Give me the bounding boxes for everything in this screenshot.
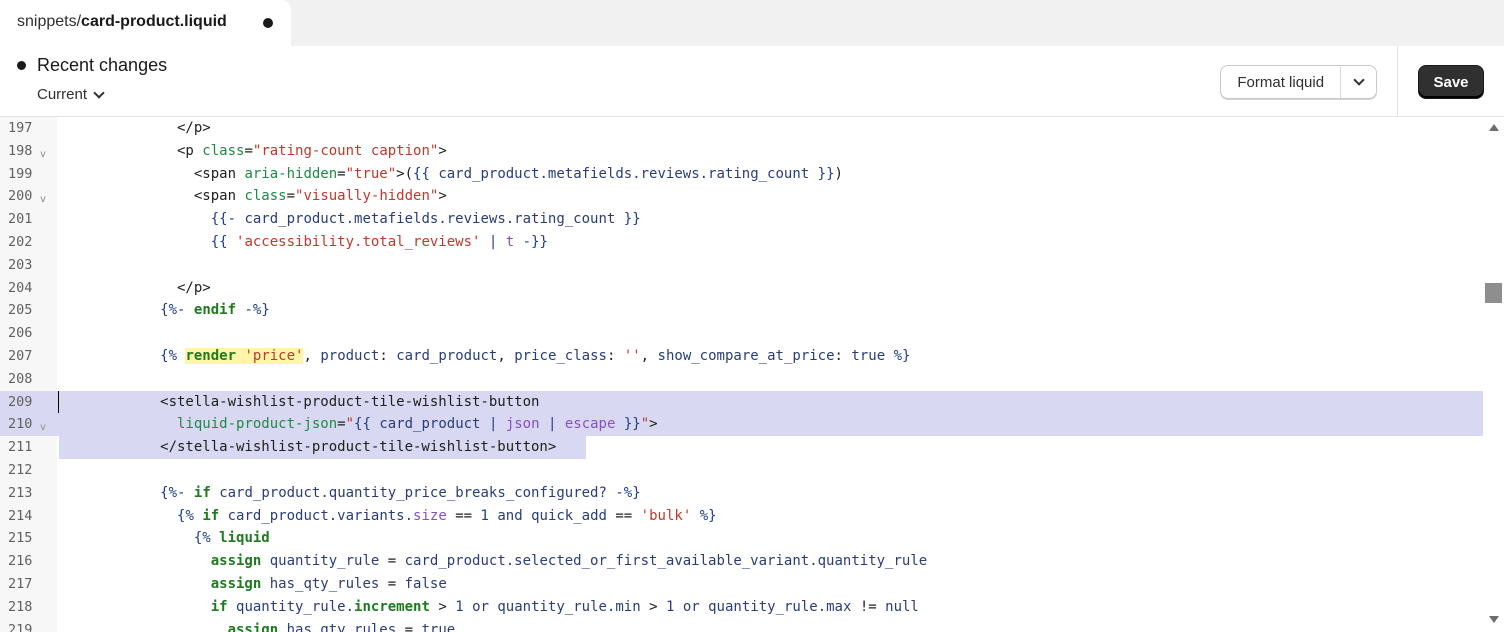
code-text: {% liquid [193, 530, 270, 547]
code-line[interactable]: 208 [0, 368, 1483, 391]
code-line[interactable]: 205 {%- endif -%} [0, 299, 1483, 322]
tab-title: snippets/card-product.liquid [17, 13, 227, 30]
line-number: 198 [8, 142, 33, 159]
tab-bar: snippets/card-product.liquid [0, 0, 1504, 46]
format-options-button[interactable] [1341, 66, 1376, 98]
recent-changes-title: Recent changes [37, 55, 168, 75]
code-text: assign has_qty_rules = true [227, 621, 456, 632]
code-line[interactable]: 203 [0, 254, 1483, 277]
text-cursor [58, 390, 59, 414]
version-select-label: Current [37, 86, 88, 103]
code-text: {{ 'accessibility.total_reviews' | t -}} [210, 234, 548, 250]
code-text: assign quantity_rule = card_product.sele… [210, 553, 928, 570]
code-line[interactable]: 201 {{- card_product.metafields.reviews.… [0, 208, 1483, 231]
code-line[interactable]: 211 </stella-wishlist-product-tile-wishl… [0, 436, 1483, 459]
code-text: if quantity_rule.increment > 1 or quanti… [210, 598, 919, 615]
code-line[interactable]: 207 {% render 'price', product: card_pro… [0, 345, 1483, 368]
code-text: </p> [59, 120, 211, 136]
code-text: <span class="visually-hidden"> [59, 188, 447, 205]
code-line[interactable]: 215 {% liquid [0, 527, 1483, 550]
format-liquid-button[interactable]: Format liquid [1221, 66, 1342, 98]
code-line[interactable]: 210 v liquid-product-json="{{ card_produc… [0, 413, 1483, 437]
line-number: 219 [8, 621, 33, 632]
format-button-group: Format liquid [1220, 65, 1377, 99]
line-number: 208 [8, 370, 33, 387]
scroll-down-icon[interactable] [1489, 616, 1499, 623]
editor-header: Recent changes Current Format liquid Sav… [0, 46, 1504, 117]
line-number: 202 [8, 234, 33, 250]
code-text: <stella-wishlist-product-tile-wishlist-b… [59, 393, 540, 410]
line-number: 218 [8, 598, 33, 615]
line-number: 214 [8, 507, 33, 524]
line-number: 204 [8, 279, 33, 296]
line-number: 213 [8, 484, 33, 501]
header-divider [1397, 46, 1398, 117]
code-text: assign has_qty_rules = false [210, 576, 447, 592]
line-number: 209 [8, 393, 33, 410]
line-number: 211 [8, 439, 33, 456]
code-editor[interactable]: 197 </p> 198 v <p class="rating-count capt… [0, 117, 1504, 632]
code-text: liquid-product-json="{{ card_product | j… [177, 416, 658, 433]
code-line[interactable]: 218 if quantity_rule.increment > 1 or qu… [0, 596, 1483, 619]
code-line[interactable]: 217 assign has_qty_rules = false [0, 573, 1483, 596]
line-number: 217 [8, 576, 33, 592]
line-number: 215 [8, 530, 33, 547]
vertical-scrollbar[interactable] [1483, 117, 1504, 632]
chevron-down-icon [1353, 74, 1365, 86]
code-line[interactable]: 204 </p> [0, 277, 1483, 300]
code-line[interactable]: 212 [0, 459, 1483, 482]
code-text: {{- card_product.metafields.reviews.rati… [210, 211, 641, 228]
code-line[interactable]: 209 <stella-wishlist-product-tile-wishli… [0, 390, 1483, 414]
code-line[interactable]: 200 v <span class="visually-hidden"> [0, 185, 1483, 208]
line-number: 212 [8, 462, 33, 478]
line-number: 200 [8, 188, 33, 205]
line-number: 205 [8, 302, 33, 319]
code-line[interactable]: 202 {{ 'accessibility.total_reviews' | t… [0, 231, 1483, 254]
code-line[interactable]: 198 v <p class="rating-count caption"> [0, 140, 1483, 163]
code-line[interactable]: 199 <span aria-hidden="true">({{ card_pr… [0, 163, 1483, 186]
version-select[interactable]: Current [37, 86, 105, 103]
code-text: <span aria-hidden="true">({{ card_produc… [59, 165, 843, 182]
code-text: {% render 'price', product: card_product… [160, 348, 911, 364]
scroll-up-icon[interactable] [1489, 124, 1499, 131]
changes-dot-icon [17, 61, 26, 70]
code-line[interactable]: 214 {% if card_product.variants.size == … [0, 505, 1483, 528]
code-text: {% if card_product.variants.size == 1 an… [177, 507, 717, 524]
line-number: 207 [8, 348, 33, 364]
code-text: {%- if card_product.quantity_price_break… [160, 484, 641, 501]
code-line[interactable]: 216 assign quantity_rule = card_product.… [0, 550, 1483, 573]
line-number: 216 [8, 553, 33, 570]
line-number: 203 [8, 256, 33, 273]
line-number: 210 [8, 416, 33, 433]
code-text: <p class="rating-count caption"> [59, 142, 447, 159]
code-line[interactable]: 219 assign has_qty_rules = true [0, 619, 1483, 632]
code-line[interactable]: 213 {%- if card_product.quantity_price_b… [0, 482, 1483, 505]
line-number: 206 [8, 325, 33, 342]
code-line[interactable]: 206 [0, 322, 1483, 345]
code-text: </p> [59, 279, 211, 296]
chevron-down-icon [93, 86, 105, 99]
line-number: 197 [8, 120, 33, 136]
code-text: {%- endif -%} [160, 302, 270, 319]
code-text: </stella-wishlist-product-tile-wishlist-… [59, 439, 557, 456]
unsaved-dot-icon [263, 18, 273, 28]
save-button[interactable]: Save [1418, 65, 1484, 99]
line-number: 199 [8, 165, 33, 182]
tab-card-product-liquid[interactable]: snippets/card-product.liquid [0, 0, 291, 46]
code-line[interactable]: 197 </p> [0, 117, 1483, 140]
line-number: 201 [8, 211, 33, 228]
scrollbar-thumb[interactable] [1485, 283, 1502, 303]
